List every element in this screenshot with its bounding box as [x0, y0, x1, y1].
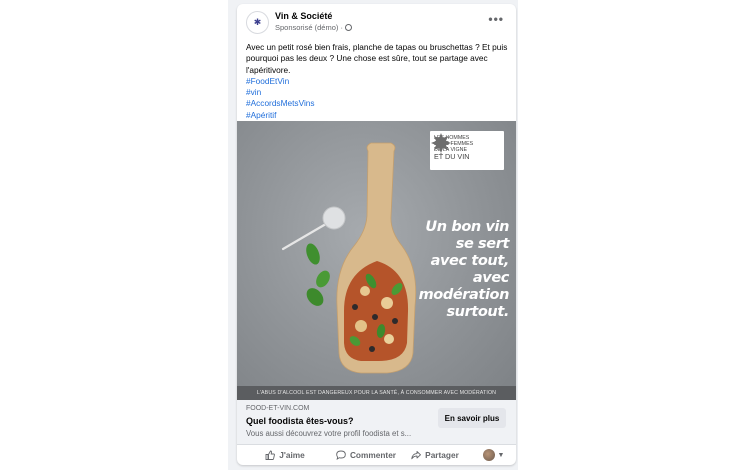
basil-leaf — [306, 243, 320, 265]
comment-bubble-icon — [336, 450, 346, 460]
action-bar: J'aime Commenter Partager ▼ — [237, 444, 516, 465]
post-header: ✱ Vin & Société Sponsorisé (démo) · ••• — [237, 4, 516, 40]
hashtag-link[interactable]: #vin — [246, 87, 508, 98]
ad-image[interactable]: LES HOMMES & LES FEMMES DE LA VIGNE ET D… — [237, 121, 516, 400]
cheese-topping — [360, 286, 370, 296]
page-name[interactable]: Vin & Société — [275, 11, 332, 21]
share-arrow-icon — [411, 451, 422, 460]
hashtag-link[interactable]: #Apéritif — [246, 110, 508, 121]
ad-slogan: Un bon vin se sert avec tout, avec modér… — [397, 219, 510, 321]
health-warning: L'ABUS D'ALCOOL EST DANGEREUX POUR LA SA… — [237, 386, 516, 400]
basil-leaf — [306, 288, 324, 306]
chevron-down-icon: ▼ — [497, 451, 505, 459]
link-domain: FOOD-ET-VIN.COM — [246, 405, 310, 412]
post-body-text: Avec un petit rosé bien frais, planche d… — [246, 42, 508, 75]
slogan-line: avec — [472, 270, 509, 286]
slogan-line: surtout. — [446, 304, 509, 320]
share-label: Partager — [425, 450, 459, 460]
audience-selector[interactable]: ▼ — [471, 445, 516, 465]
like-label: J'aime — [279, 450, 305, 460]
globe-icon — [344, 24, 352, 31]
comment-label: Commenter — [349, 450, 397, 460]
vine-leaf-icon — [431, 133, 451, 155]
slogan-line: modération — [418, 287, 510, 303]
comment-button[interactable]: Commenter — [333, 445, 399, 465]
hashtag-link[interactable]: #FoodEtVin — [246, 76, 508, 87]
page-avatar[interactable]: ✱ — [246, 11, 269, 34]
share-button[interactable]: Partager — [399, 445, 471, 465]
sponsored-text: Sponsorisé (démo) · — [275, 23, 343, 32]
hashtag-link[interactable]: #AccordsMetsVins — [246, 98, 508, 109]
pizza-cutter-handle — [281, 219, 333, 251]
olive-topping — [352, 304, 358, 310]
slogan-line: Un bon vin — [425, 219, 509, 235]
cheese-topping — [384, 334, 394, 344]
learn-more-button[interactable]: En savoir plus — [438, 408, 506, 428]
profile-avatar — [482, 449, 495, 461]
post-text: Avec un petit rosé bien frais, planche d… — [246, 42, 508, 121]
olive-topping — [369, 346, 375, 352]
slogan-line: se sert — [455, 236, 510, 252]
olive-topping — [372, 314, 378, 320]
more-options-icon[interactable]: ••• — [488, 12, 504, 26]
cheese-topping — [381, 297, 393, 309]
cheese-topping — [355, 320, 367, 332]
sponsored-label: Sponsorisé (démo) · — [275, 23, 352, 32]
slogan-line: avec tout, — [430, 253, 510, 269]
sponsored-post-card: ✱ Vin & Société Sponsorisé (démo) · ••• … — [237, 4, 516, 465]
pizza-cutter-wheel — [322, 206, 346, 230]
vin-societe-logo: LES HOMMES & LES FEMMES DE LA VIGNE ET D… — [430, 131, 504, 170]
link-description: Vous aussi découvrez votre profil foodis… — [246, 429, 412, 438]
like-button[interactable]: J'aime — [237, 445, 333, 465]
link-title[interactable]: Quel foodista êtes-vous? — [246, 416, 354, 426]
link-preview[interactable]: FOOD-ET-VIN.COM Quel foodista êtes-vous?… — [237, 400, 516, 444]
thumbs-up-icon — [265, 450, 276, 460]
basil-leaf — [316, 270, 330, 288]
